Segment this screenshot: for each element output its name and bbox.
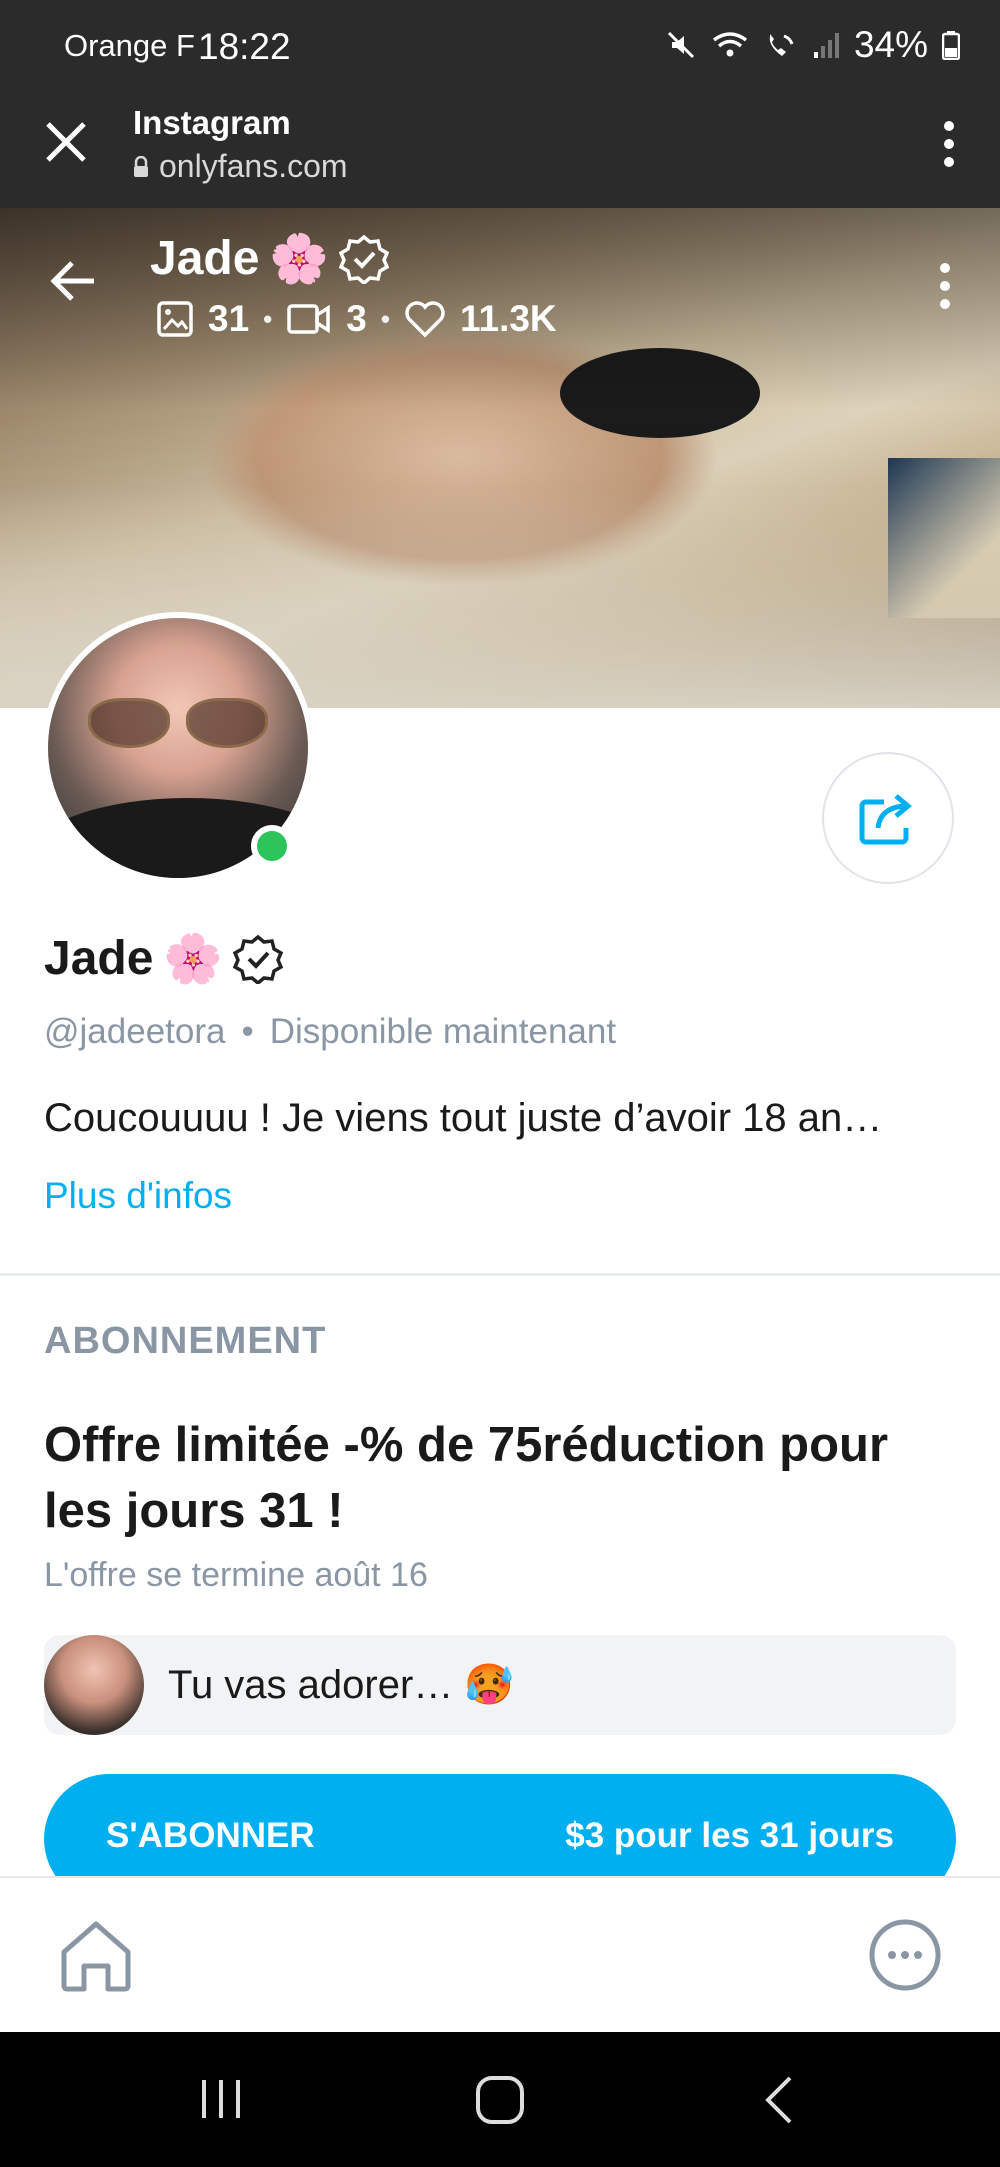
videos-count: 3 <box>346 298 367 339</box>
browser-menu-icon[interactable] <box>934 118 964 170</box>
image-icon <box>157 301 193 337</box>
subscribe-label: S'ABONNER <box>106 1816 315 1855</box>
close-icon[interactable] <box>40 116 92 168</box>
divider <box>0 1273 1000 1276</box>
subscribe-price: $3 pour les 31 jours <box>565 1816 894 1855</box>
more-info-link[interactable]: Plus d'infos <box>44 1175 232 1217</box>
profile-bio: Coucouuuu ! Je viens tout juste d’avoir … <box>44 1096 883 1140</box>
message-text: Tu vas adorer… 🥵 <box>168 1663 515 1707</box>
profile-handle-row: @jadeetora • Disponible maintenant <box>44 1012 616 1052</box>
status-bar: Orange F 18:22 34% <box>0 0 1000 96</box>
likes-count: 11.3K <box>459 298 557 339</box>
profile-name: Jade 🌸 <box>44 930 284 987</box>
status-icons: 34% <box>666 24 960 66</box>
video-icon <box>287 304 331 334</box>
bottom-navigation <box>0 1876 1000 2032</box>
mute-icon <box>667 31 694 59</box>
back-arrow-icon[interactable] <box>46 254 100 308</box>
offer-title: Offre limitée -% de 75réduction pour les… <box>44 1418 889 1539</box>
browser-title: Instagram <box>133 104 291 141</box>
profile-handle: @jadeetora <box>44 1012 226 1051</box>
profile-menu-icon[interactable] <box>932 260 958 312</box>
carrier-name: Orange F <box>64 28 195 63</box>
browser-url: onlyfans.com <box>133 148 348 185</box>
message-avatar <box>44 1635 144 1735</box>
photos-count: 31 <box>208 298 250 339</box>
recent-apps-icon[interactable] <box>196 2074 246 2124</box>
in-app-browser-bar: Instagram onlyfans.com <box>0 96 1000 208</box>
cover-profile-name: Jade 🌸 <box>150 230 390 287</box>
battery-percent: 34% <box>853 24 928 65</box>
flower-emoji: 🌸 <box>269 233 330 286</box>
profile-stats: 31 • 3 • 11.3K <box>156 298 557 340</box>
verified-badge-icon <box>339 234 390 284</box>
wifi-icon <box>712 32 747 57</box>
home-button-icon[interactable] <box>474 2074 526 2126</box>
home-icon[interactable] <box>56 1916 136 1996</box>
subscription-section-title: ABONNEMENT <box>44 1320 327 1362</box>
share-button[interactable] <box>822 752 954 884</box>
url-text: onlyfans.com <box>159 148 348 184</box>
flower-emoji: 🌸 <box>163 933 224 986</box>
lock-icon <box>134 155 148 177</box>
creator-message: Tu vas adorer… 🥵 <box>44 1635 956 1735</box>
separator-dot: • <box>241 1012 254 1051</box>
battery-icon <box>942 31 960 60</box>
offer-end-date: L'offre se termine août 16 <box>44 1556 428 1594</box>
system-navigation-bar <box>0 2032 1000 2167</box>
status-time: 18:22 <box>198 26 291 67</box>
back-button-icon[interactable] <box>760 2074 800 2126</box>
chat-bubble-icon[interactable] <box>868 1918 942 1992</box>
online-status-dot <box>251 825 293 867</box>
verified-badge-icon <box>233 934 284 984</box>
heart-icon <box>405 301 445 338</box>
share-icon <box>859 794 912 845</box>
availability-status: Disponible maintenant <box>269 1012 617 1051</box>
wifi-call-icon <box>769 34 794 56</box>
signal-icon <box>813 33 839 58</box>
